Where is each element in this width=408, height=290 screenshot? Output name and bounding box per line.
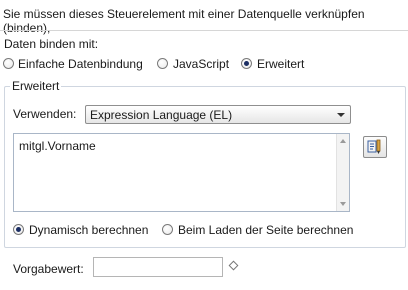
radio-simple[interactable] (3, 58, 14, 69)
use-label: Verwenden: (13, 107, 77, 121)
bind-option-advanced[interactable]: Erweitert (241, 57, 311, 71)
scroll-up-icon[interactable] (340, 139, 346, 143)
edit-script-button[interactable] (363, 136, 387, 158)
scroll-down-icon[interactable] (340, 202, 346, 206)
bind-label: Daten binden mit: (4, 37, 99, 51)
bind-option-simple[interactable]: Einfache Datenbindung (3, 57, 153, 71)
radio-javascript[interactable] (157, 58, 168, 69)
bind-option-simple-label: Einfache Datenbindung (18, 57, 143, 71)
expression-textarea[interactable]: mitgl.Vorname (13, 133, 350, 212)
expression-text: mitgl.Vorname (19, 139, 96, 153)
bind-option-javascript[interactable]: JavaScript (157, 57, 237, 71)
compute-option-dynamic-label: Dynamisch berechnen (29, 223, 149, 237)
radio-advanced[interactable] (241, 58, 252, 69)
compute-option-on-load[interactable]: Beim Laden der Seite berechnen (162, 223, 362, 237)
textarea-scrollbar[interactable] (336, 134, 349, 211)
bind-option-advanced-label: Erweitert (257, 57, 305, 71)
radio-dynamic[interactable] (13, 224, 24, 235)
chevron-down-icon (337, 113, 345, 117)
diamond-icon (228, 260, 239, 271)
radio-on-load[interactable] (162, 224, 173, 235)
default-value-input[interactable] (93, 257, 223, 277)
edit-script-icon (367, 139, 381, 154)
compute-option-on-load-label: Beim Laden der Seite berechnen (178, 223, 354, 237)
use-select-value: Expression Language (EL) (90, 108, 233, 122)
compute-option-dynamic[interactable]: Dynamisch berechnen (13, 223, 153, 237)
default-label: Vorgabewert: (13, 262, 84, 276)
group-title: Erweitert (10, 79, 62, 93)
bind-option-javascript-label: JavaScript (173, 57, 230, 71)
top-divider (0, 30, 408, 31)
use-select[interactable]: Expression Language (EL) (85, 105, 351, 124)
